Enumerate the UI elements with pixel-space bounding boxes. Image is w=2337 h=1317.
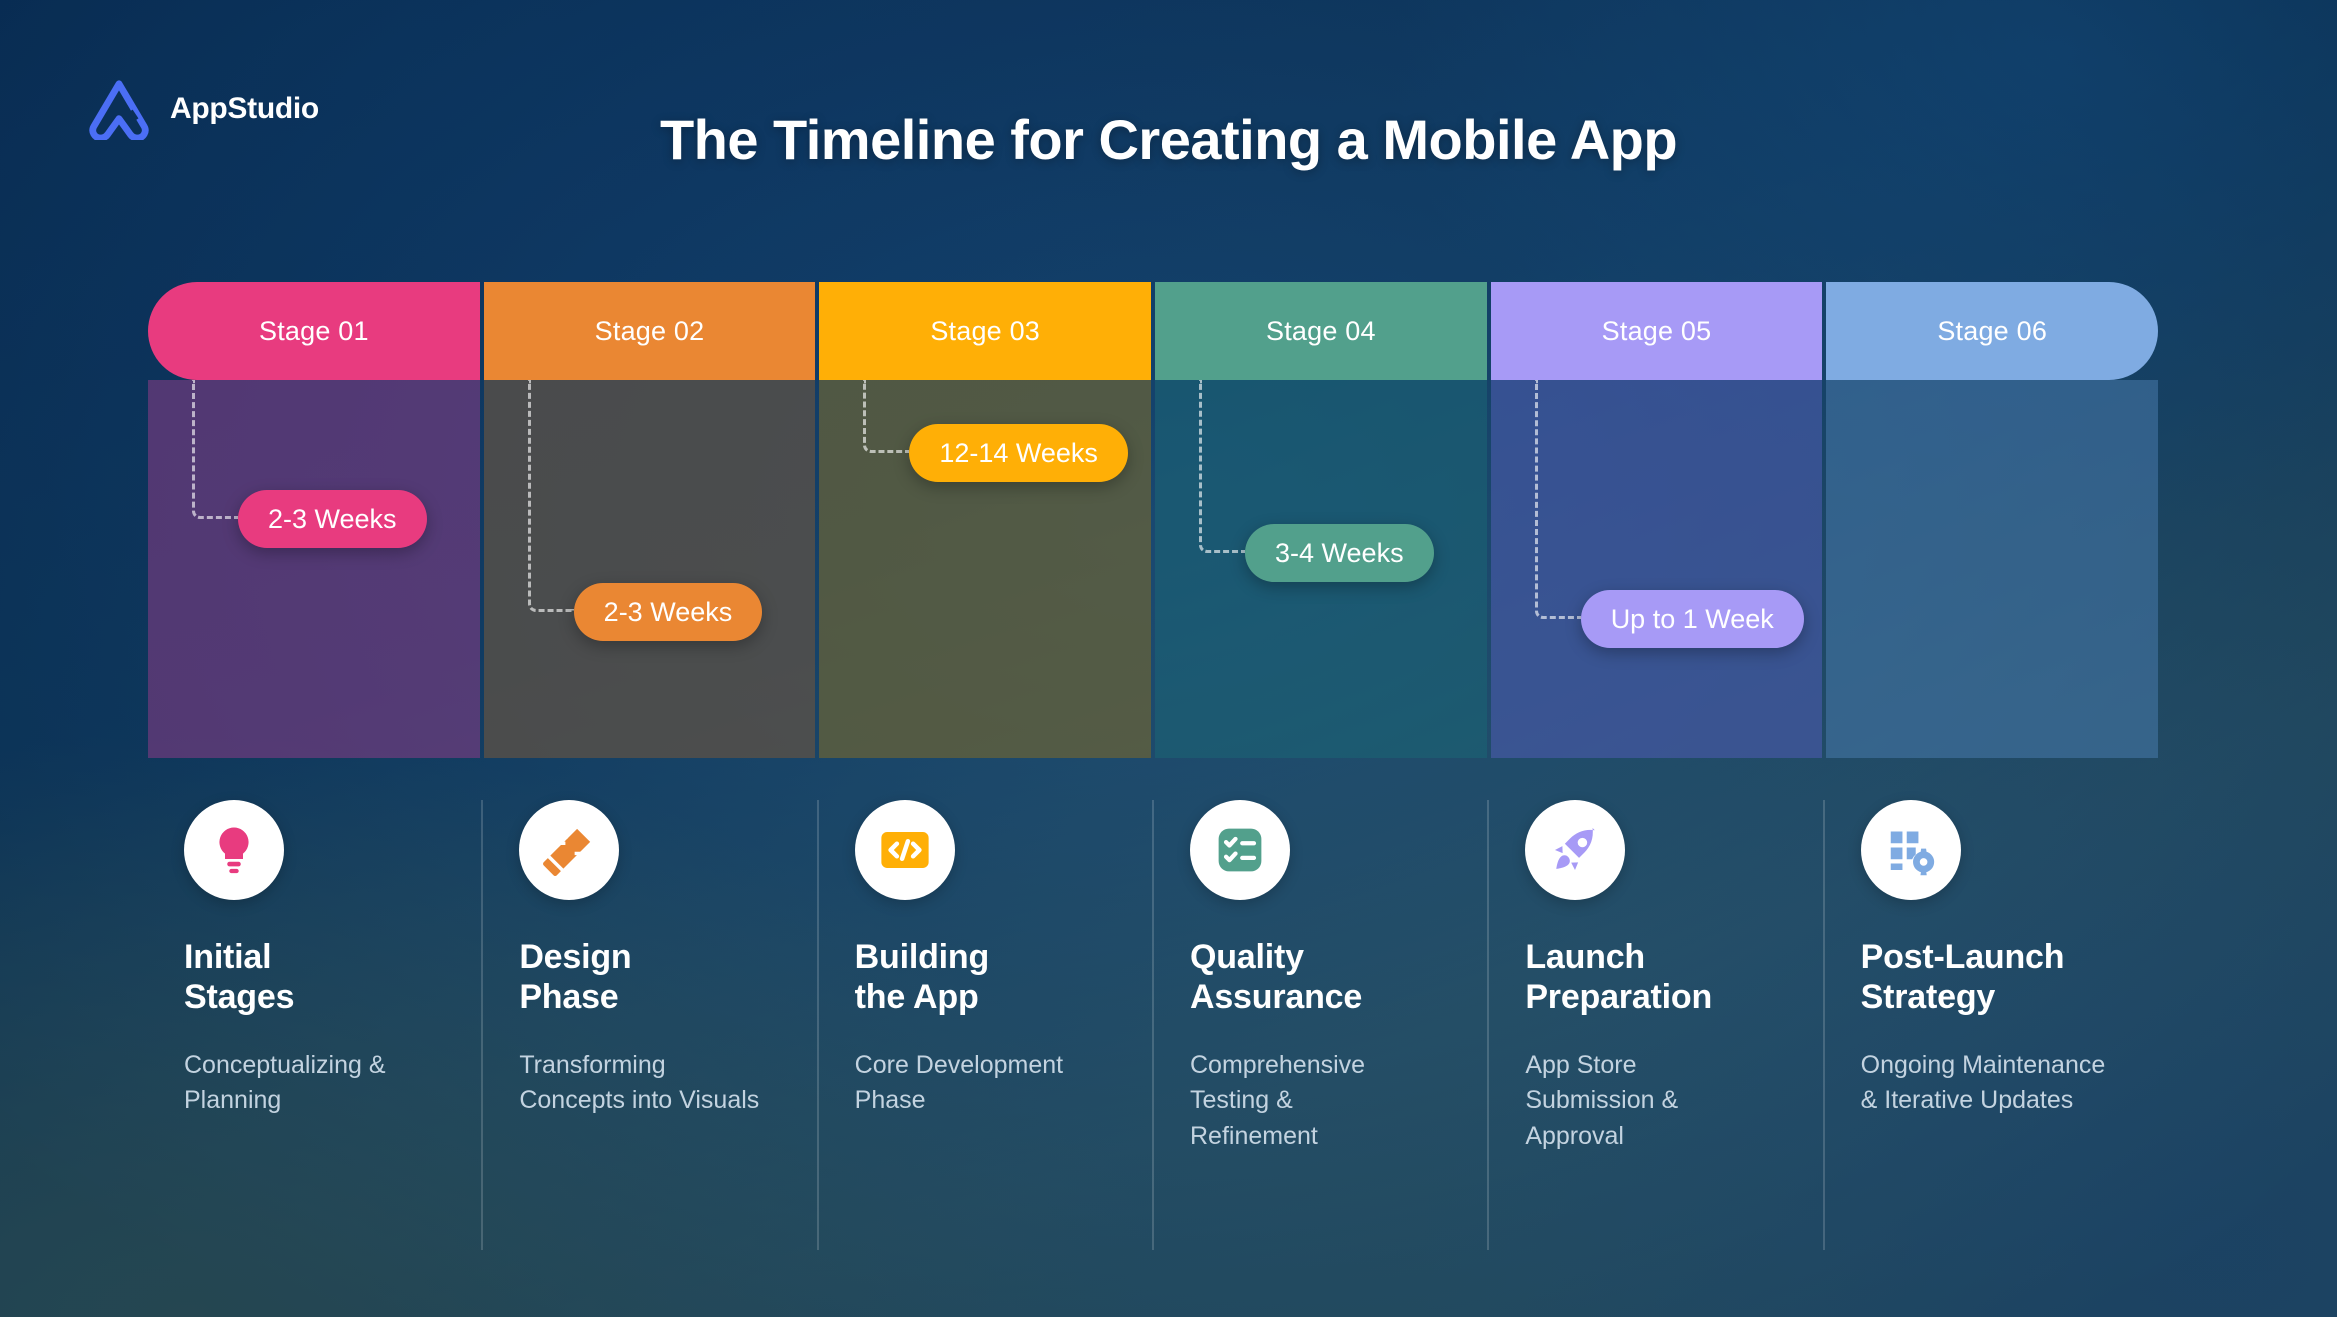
- timeline-stage-column-3[interactable]: Stage 03 12-14 Weeks: [819, 282, 1152, 758]
- stage-label: Stage 03: [930, 315, 1041, 346]
- pencil-ruler-icon: [519, 800, 620, 900]
- stage-label: Stage 01: [258, 315, 369, 346]
- stage-card-5[interactable]: Launch Preparation App Store Submission &…: [1487, 800, 1822, 1250]
- stage-card-description: Conceptualizing & Planning: [184, 1050, 386, 1115]
- stage-card-6[interactable]: Post-Launch Strategy Ongoing Maintenance …: [1822, 800, 2158, 1250]
- duration-label: 2-3 Weeks: [603, 596, 733, 627]
- timeline-stage-column-2[interactable]: Stage 02 2-3 Weeks: [483, 282, 816, 758]
- stage-body-2: [483, 380, 816, 758]
- stage-header-2[interactable]: Stage 02: [483, 282, 816, 380]
- stage-card-description: Core Development Phase: [854, 1050, 1064, 1115]
- stage-card-1[interactable]: Initial Stages Conceptualizing & Planning: [148, 800, 481, 1250]
- stage-card-description: Comprehensive Testing & Refinement: [1189, 1050, 1366, 1150]
- duration-pill-2[interactable]: 2-3 Weeks: [573, 583, 763, 641]
- duration-label: Up to 1 Week: [1610, 603, 1774, 634]
- stage-body-1: [148, 380, 480, 758]
- duration-pill-3[interactable]: 12-14 Weeks: [909, 424, 1128, 482]
- stage-body-6: [1826, 380, 2158, 758]
- code-tag-icon: [854, 800, 955, 900]
- timeline-stage-column-6[interactable]: Stage 06: [1826, 282, 2159, 758]
- stage-card-description: Ongoing Maintenance & Iterative Updates: [1860, 1050, 2106, 1115]
- stage-card-3[interactable]: Building the App Core Development Phase: [816, 800, 1152, 1250]
- stage-card-title: Design Phase: [519, 938, 632, 1016]
- duration-pill-1[interactable]: 2-3 Weeks: [238, 490, 427, 548]
- stage-label: Stage 04: [1266, 315, 1376, 346]
- stage-card-title: Launch Preparation: [1525, 938, 1713, 1016]
- stage-header-4[interactable]: Stage 04: [1155, 282, 1487, 380]
- checklist-icon: [1189, 800, 1290, 900]
- stage-header-3[interactable]: Stage 03: [819, 282, 1152, 380]
- stage-label: Stage 05: [1601, 315, 1712, 346]
- duration-label: 3-4 Weeks: [1275, 537, 1404, 568]
- duration-label: 2-3 Weeks: [268, 503, 397, 534]
- stage-card-description: App Store Submission & Approval: [1525, 1050, 1679, 1150]
- stage-card-description: Transforming Concepts into Visuals: [519, 1050, 760, 1115]
- stage-card-title: Post-Launch Strategy: [1860, 938, 2065, 1016]
- stage-header-6[interactable]: Stage 06: [1826, 282, 2159, 380]
- grid-gear-icon: [1860, 800, 1961, 900]
- lightbulb-icon: [184, 800, 284, 900]
- stage-card-2[interactable]: Design Phase Transforming Concepts into V…: [481, 800, 816, 1250]
- stage-header-5[interactable]: Stage 05: [1490, 282, 1823, 380]
- timeline-stage-column-5[interactable]: Stage 05 Up to 1 Week: [1490, 282, 1823, 758]
- stage-label: Stage 02: [594, 315, 705, 346]
- stage-card-4[interactable]: Quality Assurance Comprehensive Testing &…: [1151, 800, 1487, 1250]
- stage-card-title: Building the App: [854, 938, 990, 1016]
- page-title: The Timeline for Creating a Mobile App: [659, 108, 1678, 171]
- stage-header-1[interactable]: Stage 01: [148, 282, 480, 380]
- duration-pill-5[interactable]: Up to 1 Week: [1580, 590, 1804, 648]
- timeline-chart: Stage 01 2-3 Weeks Stage 02 2-3 Weeks Stage …: [148, 282, 2159, 758]
- timeline-stage-column-4[interactable]: Stage 04 3-4 Weeks: [1155, 282, 1487, 758]
- duration-pill-4[interactable]: 3-4 Weeks: [1245, 524, 1434, 582]
- rocket-icon: [1525, 800, 1626, 900]
- duration-label: 12-14 Weeks: [939, 437, 1098, 468]
- stage-card-title: Quality Assurance: [1189, 938, 1363, 1016]
- stage-card-title: Initial Stages: [184, 938, 295, 1016]
- timeline-stage-column-1[interactable]: Stage 01 2-3 Weeks: [148, 282, 480, 758]
- stage-label: Stage 06: [1937, 315, 2048, 346]
- stage-body-5: [1490, 380, 1823, 758]
- stage-detail-cards: Initial Stages Conceptualizing & Planning…: [148, 800, 2158, 1250]
